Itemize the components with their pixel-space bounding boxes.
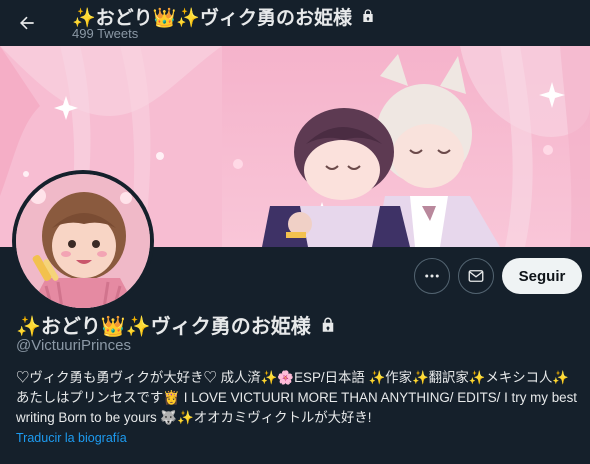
back-button[interactable] — [14, 10, 40, 36]
translate-bio-link[interactable]: Traducir la biografía — [16, 431, 127, 445]
envelope-icon — [468, 270, 484, 282]
top-bar: ✨おどり👑✨ヴィク勇のお姫様 499 Tweets — [0, 0, 590, 46]
avatar-image — [16, 174, 150, 308]
user-handle: @VictuuriPrinces — [16, 337, 131, 354]
follow-button-label: Seguir — [518, 267, 566, 285]
profile-bio: ♡ヴィク勇も勇ヴィクが大好き♡ 成人済✨🌸ESP/日本語 ✨作家✨翻訳家✨メキシ… — [16, 370, 578, 425]
arrow-left-icon — [20, 16, 34, 30]
message-button[interactable] — [458, 258, 494, 294]
tweet-count: 499 Tweets — [72, 26, 139, 41]
more-button[interactable] — [414, 258, 450, 294]
avatar[interactable] — [12, 170, 154, 312]
lock-icon — [360, 8, 376, 30]
protected-lock-icon — [319, 316, 337, 340]
display-name: ✨おどり👑✨ヴィク勇のお姫様 — [16, 310, 337, 340]
follow-button[interactable]: Seguir — [502, 258, 582, 294]
display-name-text: ✨おどり👑✨ヴィク勇のお姫様 — [16, 316, 311, 338]
more-icon — [425, 274, 439, 278]
